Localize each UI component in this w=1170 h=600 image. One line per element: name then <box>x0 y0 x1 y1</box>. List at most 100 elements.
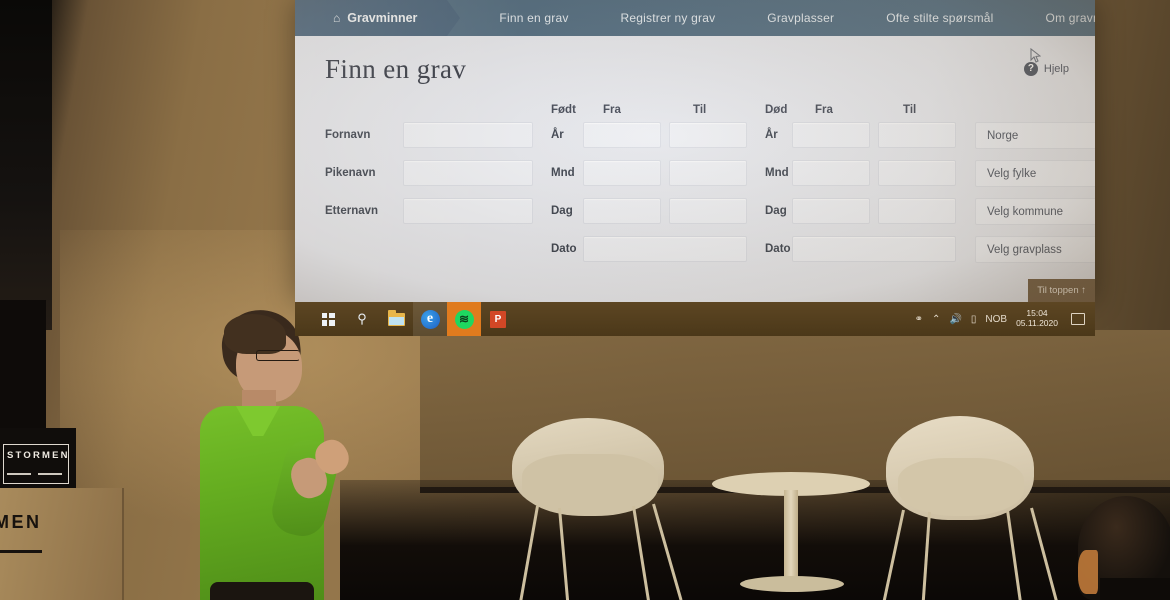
input-born-month-from[interactable] <box>583 160 661 186</box>
grave-search-form: Født Fra Til Død Fra Til Fornavn År År N… <box>325 104 1095 274</box>
select-fylke-value: Velg fylke <box>987 167 1037 180</box>
side-table-base <box>740 576 844 592</box>
file-explorer-icon[interactable] <box>379 302 413 336</box>
select-kommune-value: Velg kommune <box>987 205 1064 218</box>
windows-logo-glyph <box>321 312 335 326</box>
form-row-2: Pikenavn Mnd Mnd Velg fylke ▾ <box>325 160 1095 198</box>
input-fornavn[interactable] <box>403 122 533 148</box>
volume-icon[interactable]: 🔊 <box>949 314 961 325</box>
label-fodt-ar: År <box>551 129 564 141</box>
input-born-day-from[interactable] <box>583 198 661 224</box>
label-fodt-dag: Dag <box>551 205 573 217</box>
column-header-died-fra: Fra <box>815 104 833 116</box>
input-born-year-to[interactable] <box>669 122 747 148</box>
stormen-sign-rule-1 <box>7 473 31 475</box>
nav-home-gravminner[interactable]: ⌂ Gravminner <box>295 0 461 36</box>
select-country-value: Norge <box>987 129 1019 142</box>
presenter-person <box>186 306 376 600</box>
action-center-icon[interactable] <box>1071 313 1085 325</box>
chair-left-cushion <box>522 454 658 516</box>
label-fodt-mnd: Mnd <box>551 167 575 179</box>
input-born-day-to[interactable] <box>669 198 747 224</box>
select-fylke[interactable]: Velg fylke ▾ <box>975 160 1095 187</box>
language-indicator[interactable]: NOB <box>985 314 1007 325</box>
podium-panel: MEN <box>0 488 124 600</box>
audience-member-shoulder <box>1100 578 1170 600</box>
search-icon[interactable]: ⚲ <box>345 302 379 336</box>
input-died-date[interactable] <box>792 236 956 262</box>
input-died-month-from[interactable] <box>792 160 870 186</box>
podium-sign-rule <box>0 550 42 553</box>
presenter-trousers <box>210 582 314 600</box>
input-died-month-to[interactable] <box>878 160 956 186</box>
input-died-day-to[interactable] <box>878 198 956 224</box>
search-glyph: ⚲ <box>357 311 367 326</box>
nav-item-ofte-stilte-sporsmal[interactable]: Ofte stilte spørsmål <box>860 11 1019 25</box>
input-pikenavn[interactable] <box>403 160 533 186</box>
presenter-glasses <box>256 350 300 361</box>
input-died-year-from[interactable] <box>792 122 870 148</box>
home-icon: ⌂ <box>333 11 341 25</box>
clock-date: 05.11.2020 <box>1016 318 1058 328</box>
left-wall-dark-panel <box>0 0 52 330</box>
column-header-fodt: Født <box>551 104 576 116</box>
chair-left <box>512 418 683 600</box>
label-fornavn: Fornavn <box>325 129 371 141</box>
column-header-dod: Død <box>765 104 788 116</box>
select-kommune[interactable]: Velg kommune ▾ <box>975 198 1095 225</box>
input-died-day-from[interactable] <box>792 198 870 224</box>
site-navigation-bar: ⌂ Gravminner Finn en grav Registrer ny g… <box>295 0 1095 36</box>
chair-right-leg-2 <box>921 511 931 600</box>
windows-start-icon[interactable] <box>311 302 345 336</box>
select-gravplass-value: Velg gravplass <box>987 243 1062 256</box>
form-row-1: Fornavn År År Norge ▾ <box>325 122 1095 160</box>
input-etternavn[interactable] <box>403 198 533 224</box>
select-country[interactable]: Norge ▾ <box>975 122 1095 149</box>
spotify-glyph: ≋ <box>454 309 474 329</box>
input-born-month-to[interactable] <box>669 160 747 186</box>
label-pikenavn: Pikenavn <box>325 167 376 179</box>
chair-left-leg-3 <box>632 505 652 600</box>
audience-member-ear <box>1078 550 1098 594</box>
back-to-top-button[interactable]: Til toppen ↑ <box>1028 279 1095 302</box>
edge-browser-icon[interactable]: e <box>413 302 447 336</box>
form-column-headers: Født Fra Til Død Fra Til <box>325 104 1073 122</box>
select-gravplass[interactable]: Velg gravplass ▾ <box>975 236 1095 263</box>
chair-left-leg-2 <box>558 507 571 600</box>
mouse-cursor-icon <box>1030 48 1041 63</box>
powerpoint-icon[interactable]: P <box>481 302 515 336</box>
nav-item-registrer-ny-grav[interactable]: Registrer ny grav <box>595 11 742 25</box>
chair-right-leg-3 <box>1006 509 1024 600</box>
label-dod-mnd: Mnd <box>765 167 789 179</box>
input-born-year-from[interactable] <box>583 122 661 148</box>
label-dod-dag: Dag <box>765 205 787 217</box>
spotify-icon[interactable]: ≋ <box>447 302 481 336</box>
projection-screen: ⌂ Gravminner Finn en grav Registrer ny g… <box>295 0 1095 302</box>
side-table <box>712 472 870 600</box>
page-title: Finn en grav <box>325 54 467 84</box>
input-died-year-to[interactable] <box>878 122 956 148</box>
question-circle-icon: ? <box>1023 62 1038 76</box>
chair-right-leg-1 <box>880 509 905 600</box>
chevron-up-icon[interactable]: ⌃ <box>932 314 940 325</box>
folder-glyph <box>387 309 405 326</box>
form-row-3: Etternavn Dag Dag Velg kommune ▾ <box>325 198 1095 236</box>
nav-item-gravplasser[interactable]: Gravplasser <box>741 11 860 25</box>
windows-taskbar: ⚲ e ≋ P ⚭ ⌃ 🔊 ▯ NOB 15:04 05.11.2020 <box>295 302 1095 336</box>
help-button[interactable]: ? Hjelp <box>1023 62 1069 76</box>
network-icon[interactable]: ▯ <box>971 314 977 325</box>
help-label: Hjelp <box>1043 63 1069 75</box>
input-born-date[interactable] <box>583 236 747 262</box>
column-header-died-til: Til <box>903 104 917 116</box>
chair-right <box>880 416 1058 600</box>
edge-glyph: e <box>420 309 440 329</box>
nav-item-finn-en-grav[interactable]: Finn en grav <box>473 11 594 25</box>
taskbar-clock[interactable]: 15:04 05.11.2020 <box>1016 308 1058 329</box>
label-dod-dato: Dato <box>765 243 791 255</box>
system-tray: ⚭ ⌃ 🔊 ▯ NOB 15:04 05.11.2020 <box>915 308 1095 329</box>
page-content: Finn en grav ? Hjelp Født Fra Til Død Fr… <box>295 36 1095 302</box>
nav-item-om-gravminnebasen[interactable]: Om gravminnebasen <box>1020 11 1095 25</box>
people-share-icon[interactable]: ⚭ <box>915 314 923 325</box>
projected-browser-content: ⌂ Gravminner Finn en grav Registrer ny g… <box>295 0 1095 302</box>
powerpoint-glyph: P <box>490 310 506 328</box>
